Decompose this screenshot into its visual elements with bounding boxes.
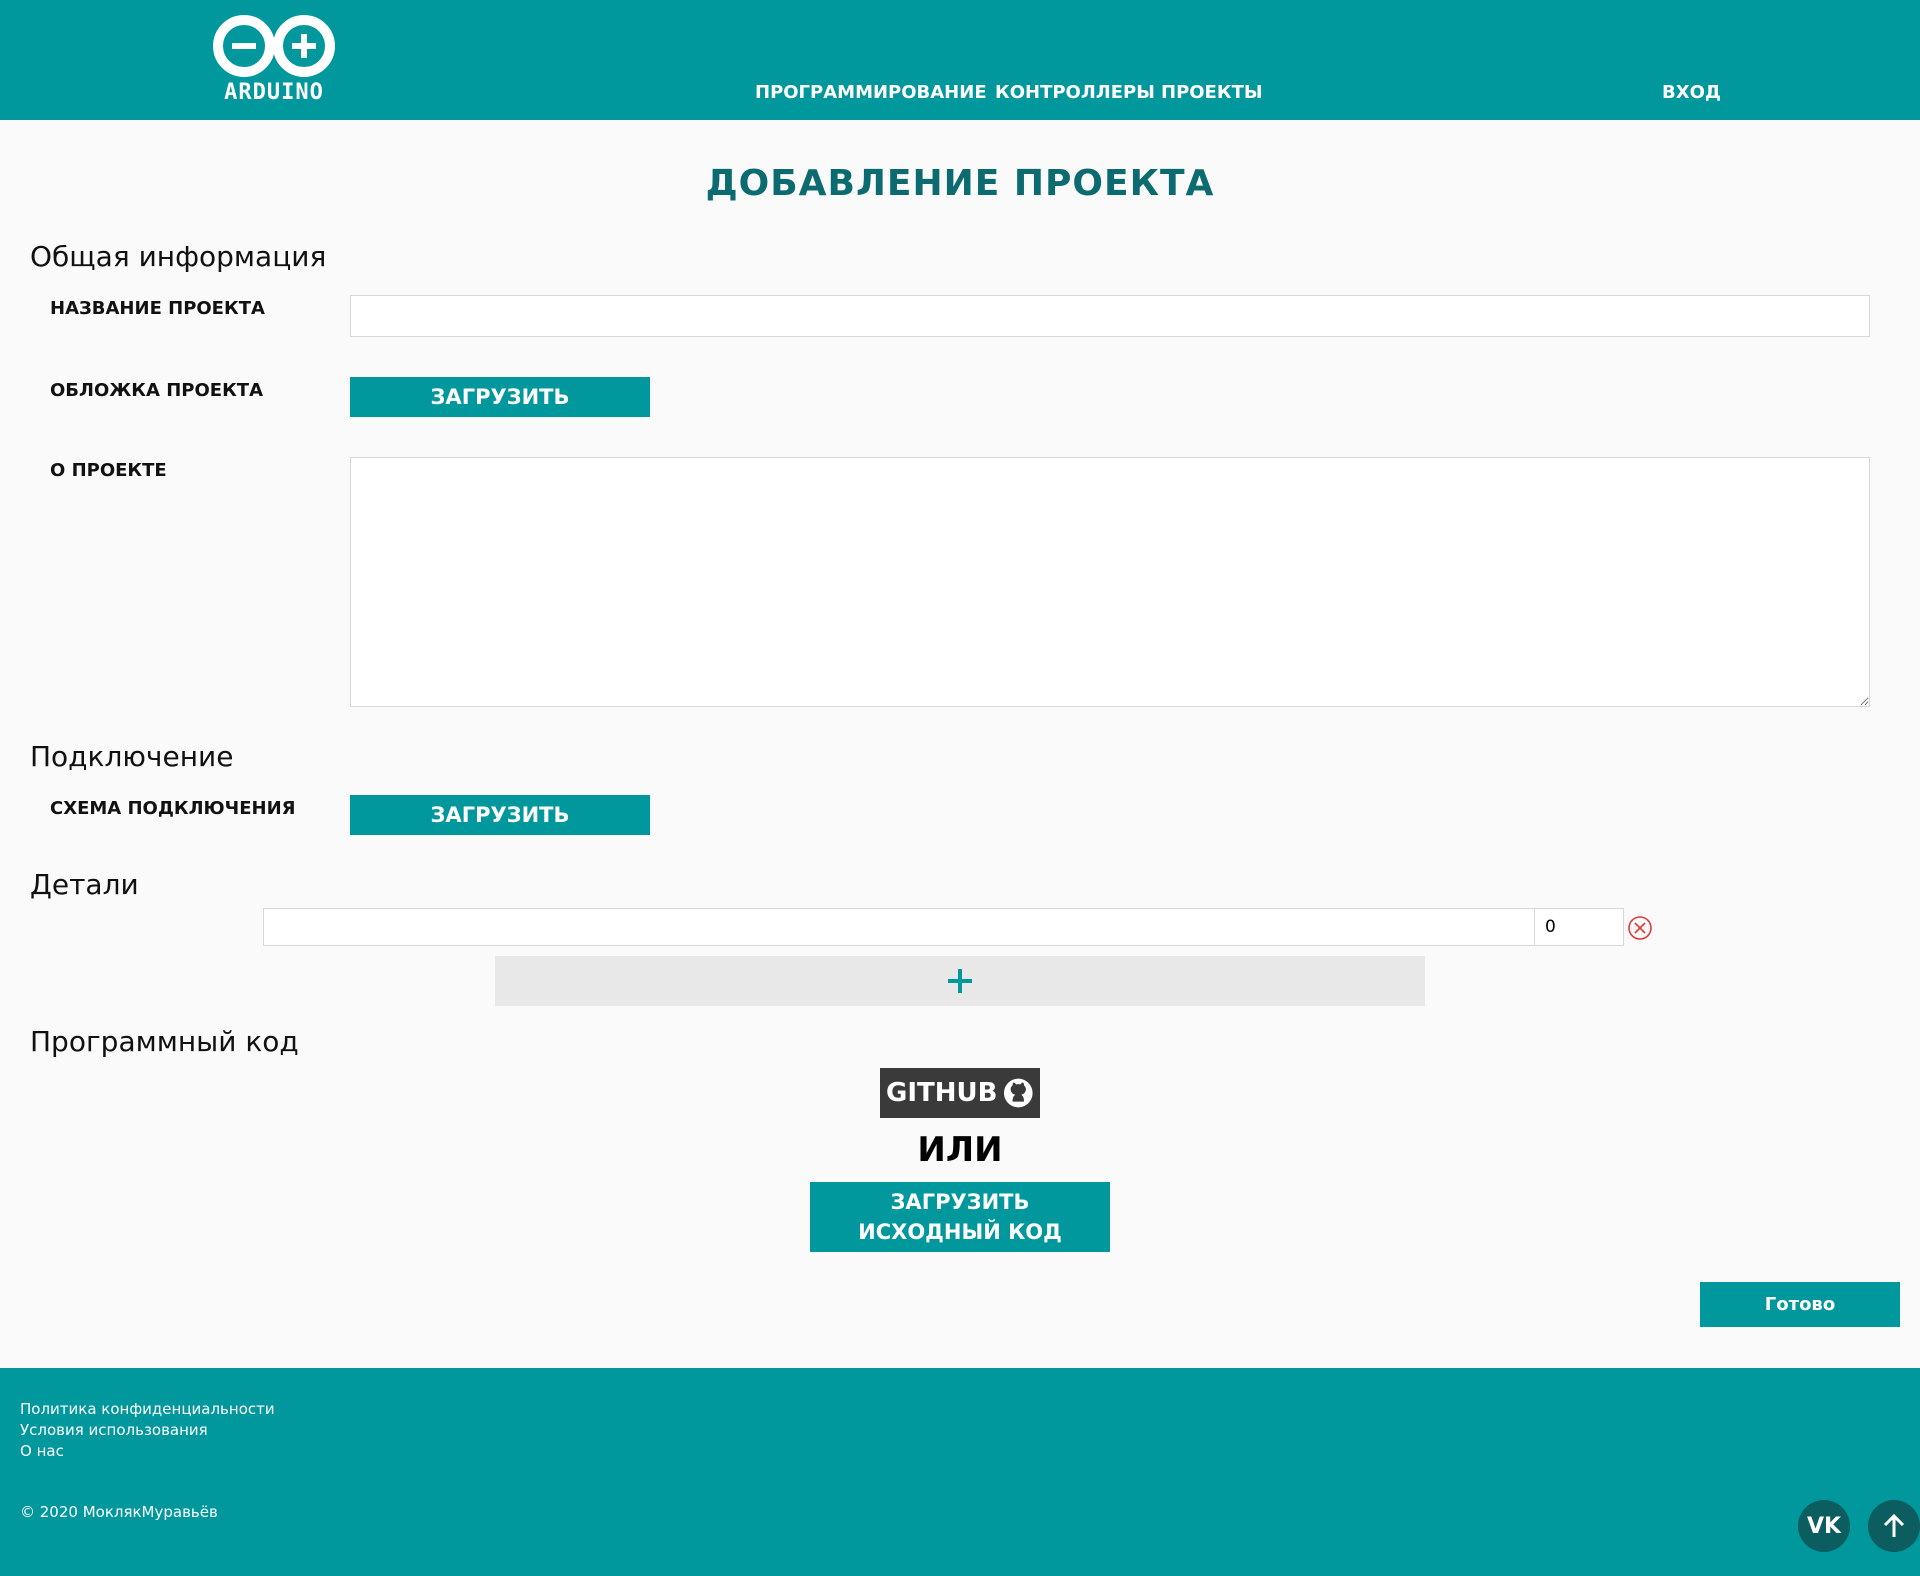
arrow-up-icon [1883, 1513, 1905, 1537]
project-cover-label: ОБЛОЖКА ПРОЕКТА [50, 380, 263, 401]
scheme-upload-button[interactable]: ЗАГРУЗИТЬ [350, 795, 650, 835]
footer-about-link[interactable]: О нас [20, 1442, 64, 1460]
done-button[interactable]: Готово [1700, 1282, 1900, 1327]
section-details-title: Детали [30, 868, 139, 901]
section-general-title: Общая информация [30, 240, 327, 273]
footer-privacy-link[interactable]: Политика конфиденциальности [20, 1400, 275, 1418]
detail-quantity-input[interactable] [1534, 908, 1624, 946]
or-text: ИЛИ [917, 1130, 1003, 1170]
detail-name-input[interactable] [263, 908, 1535, 946]
logo-text: ARDUINO [224, 80, 324, 105]
upload-source-button[interactable]: ЗАГРУЗИТЬ ИСХОДНЫЙ КОД [810, 1182, 1110, 1252]
remove-circle-icon[interactable] [1627, 915, 1653, 941]
about-project-textarea[interactable] [350, 457, 1870, 707]
vk-label: VK [1806, 1513, 1842, 1539]
github-icon [1004, 1078, 1034, 1108]
nav-login[interactable]: ВХОД [1662, 82, 1721, 103]
nav-projects[interactable]: ПРОЕКТЫ [1161, 82, 1263, 103]
plus-icon [948, 969, 972, 993]
nav-programming[interactable]: ПРОГРАММИРОВАНИЕ [755, 82, 987, 103]
vk-icon[interactable]: VK [1798, 1500, 1850, 1552]
github-button[interactable]: GITHUB [880, 1068, 1040, 1118]
project-name-input[interactable] [350, 295, 1870, 337]
copyright-text: © 2020 МоклякМуравьёв [20, 1503, 218, 1521]
arduino-logo[interactable]: ARDUINO [208, 14, 340, 106]
site-footer: Политика конфиденциальности Условия испо… [0, 1368, 1920, 1576]
section-code-title: Программный код [30, 1025, 299, 1058]
connection-scheme-label: СХЕМА ПОДКЛЮЧЕНИЯ [50, 798, 296, 819]
about-project-label: О ПРОЕКТЕ [50, 460, 167, 481]
infinity-logo-icon [213, 15, 335, 77]
github-label: GITHUB [886, 1078, 998, 1108]
nav-controllers[interactable]: КОНТРОЛЛЕРЫ [995, 82, 1155, 103]
scroll-to-top-button[interactable] [1868, 1500, 1920, 1552]
add-detail-button[interactable] [495, 956, 1425, 1006]
footer-terms-link[interactable]: Условия использования [20, 1421, 208, 1439]
site-header: ARDUINO ПРОГРАММИРОВАНИЕ КОНТРОЛЛЕРЫ ПРО… [0, 0, 1920, 120]
cover-upload-button[interactable]: ЗАГРУЗИТЬ [350, 377, 650, 417]
section-connection-title: Подключение [30, 740, 234, 773]
page-title: ДОБАВЛЕНИЕ ПРОЕКТА [705, 163, 1215, 204]
project-name-label: НАЗВАНИЕ ПРОЕКТА [50, 298, 265, 319]
